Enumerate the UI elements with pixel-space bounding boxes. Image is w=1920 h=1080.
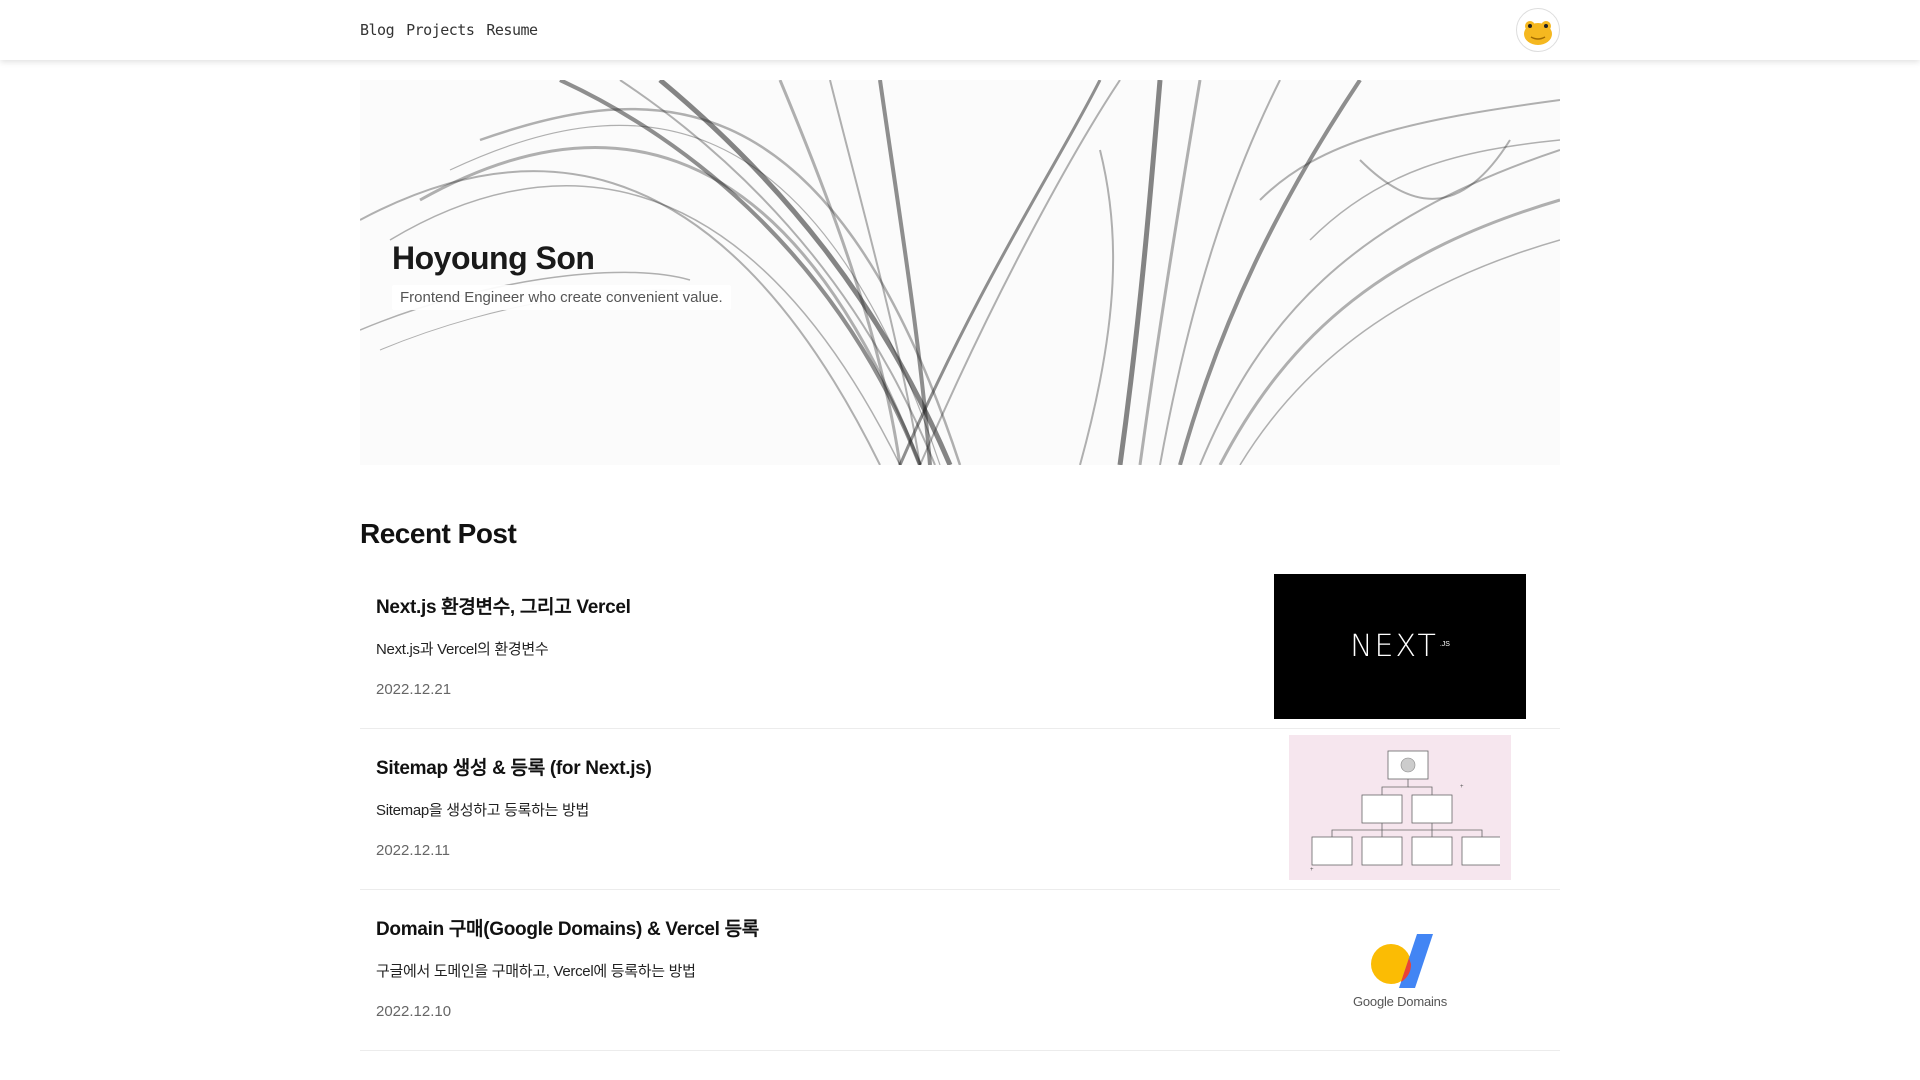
post-item[interactable]: Domain 구매(Google Domains) & Vercel 등록 구글…	[360, 890, 1560, 1051]
header-inner: Blog Projects Resume	[360, 0, 1560, 60]
post-date: 2022.12.10	[376, 1003, 452, 1020]
recent-post-heading: Recent Post	[360, 518, 517, 549]
main-nav: Blog Projects Resume	[360, 21, 538, 39]
nextjs-logo-text: NEXT	[1350, 629, 1438, 664]
google-domains-label: Google Domains	[1352, 994, 1448, 1009]
svg-text:+: +	[1460, 784, 1464, 790]
hero-banner: Hoyoung Son Frontend Engineer who create…	[360, 80, 1560, 465]
post-title[interactable]: Domain 구매(Google Domains) & Vercel 등록	[376, 914, 759, 941]
nav-projects-link[interactable]: Projects	[406, 21, 475, 39]
post-thumbnail[interactable]: Google Domains	[1289, 896, 1511, 1041]
post-thumbnail[interactable]: NEXT .JS	[1274, 574, 1526, 719]
google-domains-logo-icon	[1371, 934, 1433, 988]
post-item[interactable]: Next.js 환경변수, 그리고 Vercel Next.js과 Vercel…	[360, 568, 1560, 729]
post-thumbnail[interactable]: + +	[1289, 735, 1511, 880]
nav-resume-link[interactable]: Resume	[486, 21, 538, 39]
avatar[interactable]	[1516, 8, 1560, 52]
post-list: Next.js 환경변수, 그리고 Vercel Next.js과 Vercel…	[360, 568, 1560, 1051]
nextjs-logo-icon: NEXT .JS	[1350, 629, 1450, 664]
frog-avatar-icon	[1524, 21, 1552, 45]
hero-name: Hoyoung Son	[392, 240, 595, 276]
hero-tagline: Frontend Engineer who create convenient …	[392, 285, 731, 310]
post-title[interactable]: Next.js 환경변수, 그리고 Vercel	[376, 592, 631, 619]
post-title[interactable]: Sitemap 생성 & 등록 (for Next.js)	[376, 753, 652, 780]
site-header: Blog Projects Resume	[0, 0, 1920, 60]
nav-blog-link[interactable]: Blog	[360, 21, 395, 39]
post-item[interactable]: Sitemap 생성 & 등록 (for Next.js) Sitemap을 생…	[360, 729, 1560, 890]
post-date: 2022.12.11	[376, 842, 450, 859]
post-description: 구글에서 도메인을 구매하고, Vercel에 등록하는 방법	[376, 963, 696, 980]
post-date: 2022.12.21	[376, 681, 452, 698]
nextjs-logo-suffix: .JS	[1439, 641, 1450, 648]
sitemap-diagram-icon: + +	[1310, 750, 1500, 873]
post-description: Sitemap을 생성하고 등록하는 방법	[376, 802, 590, 819]
post-description: Next.js과 Vercel의 환경변수	[376, 641, 549, 658]
svg-text:+: +	[1310, 867, 1314, 873]
